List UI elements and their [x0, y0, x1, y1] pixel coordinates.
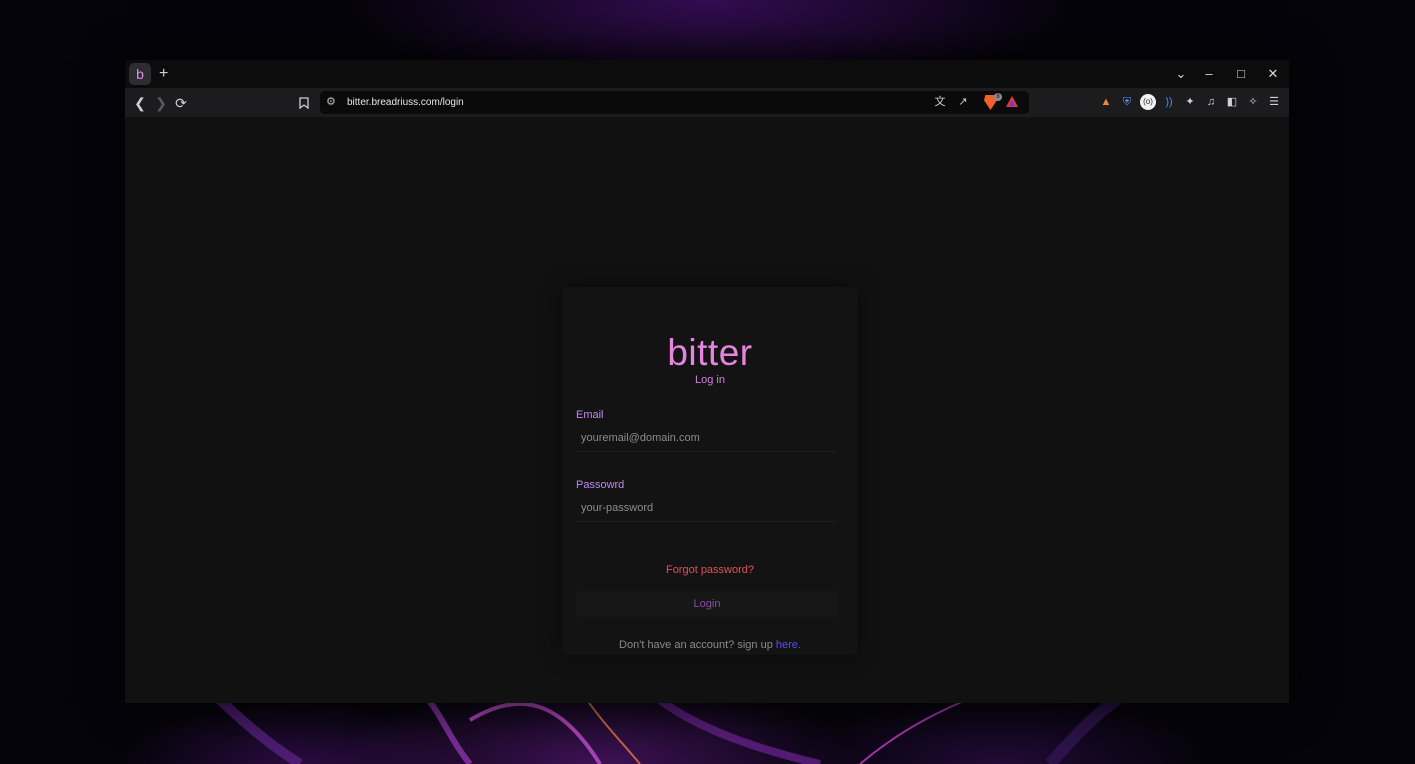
wave-extension-icon[interactable]: ))	[1160, 93, 1178, 111]
signup-text: Don't have an account? sign up	[619, 639, 776, 651]
reload-icon[interactable]: ⟳	[171, 93, 191, 113]
sidebar-icon[interactable]: ◧	[1223, 93, 1241, 111]
password-label: Passowrd	[576, 479, 625, 491]
music-icon[interactable]: ♫	[1202, 93, 1220, 111]
brand-logo: bitter	[667, 332, 753, 373]
browser-window: b + ⌄ – □ ✕ ❮ ❯ ⟳ ⚙ bitter.breadriuss.co…	[125, 60, 1289, 703]
back-icon[interactable]: ❮	[130, 93, 150, 113]
leo-ai-icon[interactable]: ✧	[1244, 93, 1262, 111]
toolbar: ❮ ❯ ⟳ ⚙ bitter.breadriuss.com/login 文 ↗ …	[125, 88, 1289, 117]
circle-extension-icon[interactable]: (o)	[1140, 94, 1156, 110]
tab-search-icon[interactable]: ⌄	[1169, 64, 1193, 84]
title-bar: b + ⌄ – □ ✕	[125, 60, 1289, 88]
metamask-icon[interactable]: ▲	[1097, 93, 1115, 111]
new-tab-button[interactable]: +	[159, 64, 168, 84]
signup-prompt: Don't have an account? sign up here.	[562, 638, 858, 652]
tab-favicon[interactable]: b	[129, 63, 151, 85]
email-label: Email	[576, 409, 604, 421]
minimize-icon[interactable]: –	[1197, 64, 1221, 84]
page-subtitle: Log in	[695, 374, 725, 386]
forgot-password-link[interactable]: Forgot password?	[562, 563, 858, 577]
site-settings-icon[interactable]: ⚙	[326, 93, 336, 112]
forward-icon[interactable]: ❯	[151, 93, 171, 113]
page-content: bitter Log in Email Passowrd Forgot pass…	[125, 117, 1289, 703]
login-button[interactable]: Login	[576, 591, 838, 617]
maximize-icon[interactable]: □	[1229, 64, 1253, 84]
puzzle-icon[interactable]: ✦	[1181, 93, 1199, 111]
password-field[interactable]	[576, 494, 836, 522]
address-bar[interactable]: ⚙ bitter.breadriuss.com/login 文 ↗ 8	[320, 91, 1029, 114]
url-text[interactable]: bitter.breadriuss.com/login	[347, 91, 464, 114]
menu-icon[interactable]: ☰	[1265, 93, 1283, 111]
signup-link[interactable]: here.	[776, 639, 801, 651]
brave-rewards-icon[interactable]	[1006, 96, 1018, 107]
bitwarden-icon[interactable]: ⛨	[1118, 93, 1136, 111]
shields-count-badge: 8	[994, 93, 1002, 101]
translate-icon[interactable]: 文	[931, 93, 949, 112]
close-icon[interactable]: ✕	[1261, 64, 1285, 84]
bookmark-icon[interactable]	[294, 93, 314, 113]
share-icon[interactable]: ↗	[954, 93, 972, 112]
login-card: bitter Log in Email Passowrd Forgot pass…	[562, 287, 858, 655]
email-field[interactable]	[576, 424, 836, 452]
